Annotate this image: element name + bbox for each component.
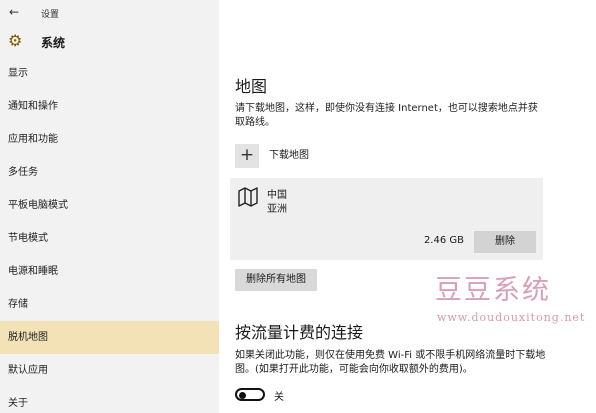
sidebar-item-about[interactable]: 关于 bbox=[0, 387, 219, 413]
title-bar: ← 设置 bbox=[0, 0, 219, 26]
window-title: 设置 bbox=[41, 10, 60, 20]
plus-icon: + bbox=[239, 145, 255, 165]
watermark-title: 豆豆系统 bbox=[435, 275, 551, 306]
back-arrow-icon[interactable]: ← bbox=[9, 5, 19, 19]
sidebar-item-default-apps[interactable]: 默认应用 bbox=[0, 354, 219, 387]
sidebar-item-battery-saver[interactable]: 节电模式 bbox=[0, 222, 219, 255]
sidebar: ← 设置 ⚙ 系统 显示 通知和操作 应用和功能 多任务 平板电脑模式 节电模式… bbox=[0, 0, 219, 413]
sidebar-item-display[interactable]: 显示 bbox=[0, 57, 219, 90]
sidebar-item-power-sleep[interactable]: 电源和睡眠 bbox=[0, 255, 219, 288]
metered-heading: 按流量计费的连接 bbox=[235, 323, 364, 342]
sidebar-item-multitasking[interactable]: 多任务 bbox=[0, 156, 219, 189]
section-header: ⚙ 系统 bbox=[0, 29, 219, 55]
delete-map-button[interactable]: 删除 bbox=[474, 231, 536, 253]
map-size: 2.46 GB bbox=[423, 235, 464, 246]
toggle-knob bbox=[239, 391, 246, 399]
metered-toggle[interactable] bbox=[235, 388, 265, 401]
section-title: 系统 bbox=[41, 36, 66, 50]
sidebar-item-offline-maps[interactable]: 脱机地图 bbox=[0, 321, 219, 354]
download-map-label[interactable]: 下载地图 bbox=[269, 146, 309, 161]
download-map-button[interactable]: + bbox=[235, 144, 259, 168]
sidebar-nav: 显示 通知和操作 应用和功能 多任务 平板电脑模式 节电模式 电源和睡眠 存储 … bbox=[0, 57, 219, 413]
gear-icon: ⚙ bbox=[8, 31, 23, 50]
delete-all-maps-button[interactable]: 删除所有地图 bbox=[235, 269, 317, 291]
sidebar-item-apps-features[interactable]: 应用和功能 bbox=[0, 123, 219, 156]
sidebar-item-storage[interactable]: 存储 bbox=[0, 288, 219, 321]
downloaded-map-item[interactable]: 中国 亚洲 2.46 GB 删除 bbox=[230, 178, 543, 260]
maps-description: 请下载地图，这样，即使你没有连接 Internet，也可以搜索地点并获取路线。 bbox=[235, 103, 538, 128]
metered-description: 如果关闭此功能，则仅在使用免费 Wi-Fi 或不限手机网络流量时下载地图。(如果… bbox=[235, 350, 546, 375]
maps-heading: 地图 bbox=[235, 77, 268, 96]
toggle-state-label: 关 bbox=[274, 392, 284, 403]
map-icon bbox=[238, 187, 258, 207]
map-country: 中国 bbox=[267, 190, 287, 201]
map-region: 亚洲 bbox=[267, 204, 287, 215]
watermark-url: www.doudouxitong.net bbox=[437, 311, 586, 324]
sidebar-item-notifications[interactable]: 通知和操作 bbox=[0, 90, 219, 123]
sidebar-item-tablet-mode[interactable]: 平板电脑模式 bbox=[0, 189, 219, 222]
main-content: 地图 请下载地图，这样，即使你没有连接 Internet，也可以搜索地点并获取路… bbox=[219, 55, 596, 413]
